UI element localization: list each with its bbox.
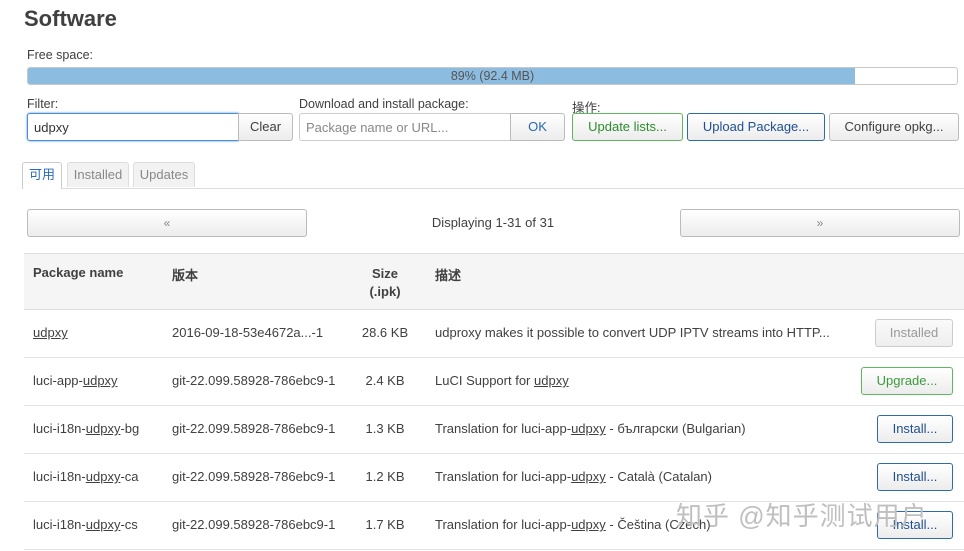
desc-prefix: udproxy makes it possible to convert UDP…: [435, 325, 830, 340]
desc-prefix: Translation for luci-app-: [435, 421, 572, 436]
table-row: luci-i18n-udpxy-bg git-22.099.58928-786e…: [24, 405, 964, 454]
watermark: 知乎 @知乎测试用户: [676, 501, 928, 531]
header-description: 描述: [435, 268, 462, 283]
header-size-line2: (.ipk): [369, 284, 401, 299]
filter-label: Filter:: [27, 97, 59, 111]
update-lists-button[interactable]: Update lists...: [572, 113, 683, 141]
package-name-match[interactable]: udpxy: [86, 517, 121, 532]
header-size: Size (.ipk): [356, 265, 414, 301]
desc-match: udpxy: [534, 373, 569, 388]
package-name-match[interactable]: udpxy: [33, 325, 68, 340]
configure-opkg-button[interactable]: Configure opkg...: [829, 113, 959, 141]
ok-button[interactable]: OK: [510, 113, 565, 141]
package-size: 1.3 KB: [365, 421, 405, 436]
table-row: udpxy 2016-09-18-53e4672a...-1 28.6 KB u…: [24, 309, 964, 358]
page-title: Software: [24, 6, 117, 31]
package-name-prefix: luci-i18n-: [33, 469, 86, 484]
package-name-suffix: -ca: [120, 469, 139, 484]
package-description: udproxy makes it possible to convert UDP…: [435, 325, 830, 340]
package-name: luci-i18n-udpxy-bg: [33, 421, 139, 436]
table-header: Package name 版本 Size (.ipk) 描述: [24, 253, 964, 310]
header-package-name: Package name: [33, 265, 124, 280]
upgrade-button[interactable]: Upgrade...: [861, 367, 953, 395]
package-name-prefix: luci-i18n-: [33, 517, 86, 532]
package-version: git-22.099.58928-786ebc9-1: [172, 517, 336, 532]
package-name-suffix: -bg: [120, 421, 140, 436]
package-url-input[interactable]: [299, 113, 511, 141]
clear-button[interactable]: Clear: [238, 113, 293, 141]
package-tabs: 可用 Installed Updates: [22, 162, 964, 189]
package-description: Translation for luci-app-udpxy - Čeština…: [435, 517, 711, 532]
desc-prefix: Translation for luci-app-: [435, 469, 572, 484]
free-space-progress-text: 89% (92.4 MB): [450, 69, 535, 83]
next-page-button[interactable]: »: [680, 209, 960, 237]
free-space-label: Free space:: [27, 48, 94, 62]
download-install-label: Download and install package:: [299, 97, 469, 111]
package-size: 1.2 KB: [365, 469, 405, 484]
desc-match: udpxy: [571, 421, 606, 436]
package-version: git-22.099.58928-786ebc9-1: [172, 373, 336, 388]
desc-prefix: LuCI Support for: [435, 373, 534, 388]
desc-match: udpxy: [571, 469, 606, 484]
package-name-prefix: luci-app-: [33, 373, 83, 388]
desc-suffix: - български (Bulgarian): [605, 421, 746, 436]
package-name: luci-i18n-udpxy-ca: [33, 469, 139, 484]
package-name-suffix: -cs: [120, 517, 138, 532]
install-button[interactable]: Install...: [877, 415, 953, 443]
desc-match: udpxy: [571, 517, 606, 532]
package-size: 1.7 KB: [365, 517, 405, 532]
package-name-match[interactable]: udpxy: [86, 421, 121, 436]
package-version: git-22.099.58928-786ebc9-1: [172, 469, 336, 484]
tab-available[interactable]: 可用: [22, 162, 62, 189]
package-version: 2016-09-18-53e4672a...-1: [172, 325, 324, 340]
package-name: udpxy: [33, 325, 68, 340]
tab-updates[interactable]: Updates: [133, 162, 195, 187]
package-name-match[interactable]: udpxy: [86, 469, 121, 484]
desc-prefix: Translation for luci-app-: [435, 517, 572, 532]
package-description: LuCI Support for udpxy: [435, 373, 569, 388]
package-description: Translation for luci-app-udpxy - българс…: [435, 421, 746, 436]
upload-package-button[interactable]: Upload Package...: [687, 113, 825, 141]
display-count: Displaying 1-31 of 31: [431, 215, 555, 230]
package-name-prefix: luci-i18n-: [33, 421, 86, 436]
desc-suffix: - Català (Catalan): [605, 469, 712, 484]
header-size-line1: Size: [371, 266, 398, 281]
package-name-match[interactable]: udpxy: [83, 373, 118, 388]
package-version: git-22.099.58928-786ebc9-1: [172, 421, 336, 436]
package-size: 2.4 KB: [365, 373, 405, 388]
tab-installed[interactable]: Installed: [67, 162, 129, 187]
free-space-progress-bar: 89% (92.4 MB): [27, 67, 958, 85]
prev-page-button[interactable]: «: [27, 209, 307, 237]
table-row: luci-app-udpxy git-22.099.58928-786ebc9-…: [24, 357, 964, 406]
package-name: luci-app-udpxy: [33, 373, 118, 388]
package-size: 28.6 KB: [361, 325, 409, 340]
filter-input[interactable]: [27, 113, 239, 141]
package-name: luci-i18n-udpxy-cs: [33, 517, 138, 532]
installed-button[interactable]: Installed: [875, 319, 953, 347]
package-description: Translation for luci-app-udpxy - Català …: [435, 469, 712, 484]
header-version: 版本: [172, 268, 199, 283]
install-button[interactable]: Install...: [877, 463, 953, 491]
table-row: luci-i18n-udpxy-ca git-22.099.58928-786e…: [24, 453, 964, 502]
